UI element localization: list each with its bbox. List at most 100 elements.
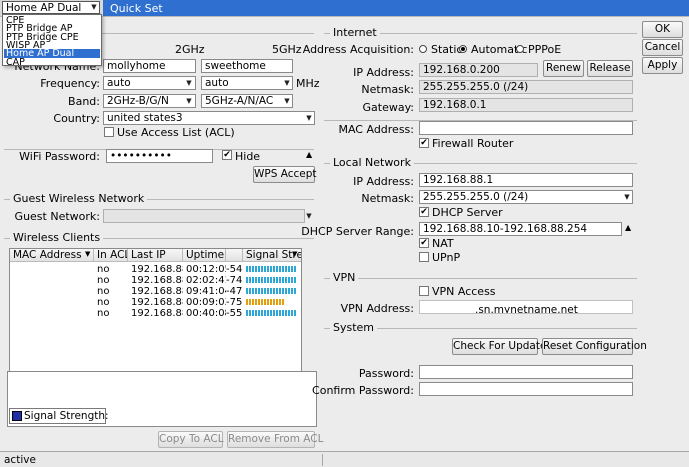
- client-cell-signal: -75: [226, 297, 243, 308]
- client-cell-uptime: 02:02:41: [186, 275, 226, 286]
- local-netmask-select[interactable]: 255.255.255.0 (/24): [419, 190, 633, 204]
- hide-password-checkbox[interactable]: ✔: [222, 150, 232, 160]
- mode-select-arrow-icon[interactable]: ▼: [89, 1, 99, 13]
- window-title: Quick Set: [110, 2, 163, 15]
- vpn-section: VPN: [324, 272, 637, 284]
- local-netmask-arrow-icon[interactable]: ▼: [622, 191, 632, 203]
- internet-section: Internet: [324, 27, 637, 39]
- nat-label: NAT: [432, 237, 454, 250]
- vpn-access-label: VPN Access: [432, 285, 496, 298]
- guest-network-arrow-icon[interactable]: ▼: [304, 210, 314, 222]
- collapse-up-icon[interactable]: ▲: [306, 150, 312, 159]
- country-arrow-icon[interactable]: ▼: [304, 112, 314, 124]
- password-input[interactable]: [419, 365, 633, 379]
- mac-address-input[interactable]: [419, 121, 633, 135]
- band-2ghz-arrow-icon[interactable]: ▼: [184, 95, 194, 107]
- local-network-section: Local Network: [324, 157, 637, 169]
- wps-accept-button[interactable]: WPS Accept: [253, 166, 317, 183]
- internet-ip-label: IP Address:: [353, 66, 414, 79]
- firewall-router-label: Firewall Router: [432, 137, 514, 150]
- guest-network-label: Guest Network:: [14, 210, 100, 223]
- vpn-address-prefix: [423, 301, 475, 313]
- col-sort-arrow-icon[interactable]: ▼: [85, 250, 90, 258]
- mode-menu-item[interactable]: CAP: [4, 57, 100, 67]
- reset-configuration-button[interactable]: Reset Configuration: [542, 338, 647, 355]
- client-cell-uptime: 00:12:05: [186, 264, 226, 275]
- wifi-password-input[interactable]: ••••••••••: [106, 149, 213, 163]
- static-radio[interactable]: [419, 45, 427, 53]
- band-5ghz-select[interactable]: 5GHz-A/N/AC: [201, 94, 293, 108]
- frequency-5ghz-arrow-icon[interactable]: ▼: [282, 77, 292, 89]
- release-button[interactable]: Release: [587, 60, 633, 77]
- dhcp-server-checkbox[interactable]: ✔: [419, 207, 429, 217]
- client-cell-acl: no: [97, 308, 110, 319]
- mode-select-value: Home AP Dual: [6, 2, 82, 14]
- local-ip-input[interactable]: 192.168.88.1: [419, 173, 633, 187]
- client-cell-ip: 192.168.88....: [131, 264, 183, 275]
- signal-legend-box: Signal Strength:: [9, 408, 109, 424]
- vpn-access-checkbox[interactable]: [419, 286, 429, 296]
- band-5ghz-arrow-icon[interactable]: ▼: [282, 95, 292, 107]
- client-cell-acl: no: [97, 286, 110, 297]
- pppoe-radio[interactable]: [516, 45, 524, 53]
- col-last-ip[interactable]: Last IP: [128, 249, 183, 262]
- address-acquisition-label: Address Acquisition:: [302, 43, 414, 56]
- upnp-label: UPnP: [432, 251, 461, 264]
- system-section: System: [324, 322, 637, 334]
- wireless-clients-table[interactable]: MAC Address ▼ In ACL Last IP Uptime Sign…: [9, 248, 302, 383]
- signal-strength-bar: [246, 299, 285, 305]
- renew-button[interactable]: Renew: [543, 60, 584, 77]
- mode-select[interactable]: Home AP Dual: [2, 1, 100, 14]
- apply-button[interactable]: Apply: [642, 57, 683, 74]
- guest-network-select[interactable]: [103, 209, 305, 223]
- vpn-address-suffix: .sn.mynetname.net: [475, 304, 578, 314]
- use-acl-checkbox[interactable]: [104, 127, 114, 137]
- dhcp-range-label: DHCP Server Range:: [301, 225, 414, 238]
- upnp-checkbox[interactable]: [419, 252, 429, 262]
- confirm-password-input[interactable]: [419, 382, 633, 396]
- col-uptime[interactable]: Uptime: [183, 249, 226, 262]
- automatic-radio[interactable]: [459, 45, 467, 53]
- client-cell-acl: no: [97, 264, 110, 275]
- client-cell-uptime: 00:40:08: [186, 308, 226, 319]
- mode-dropdown-menu: CPE PTP Bridge AP PTP Bridge CPE WISP AP Hom…: [2, 14, 102, 67]
- signal-strength-bar: [246, 266, 296, 272]
- guest-section-title: Guest Wireless Network: [10, 193, 148, 205]
- client-cell-uptime: 09:41:04: [186, 286, 226, 297]
- signal-strength-bar: [246, 288, 296, 294]
- internet-ip-value: 192.168.0.200: [419, 63, 538, 77]
- band-2ghz-select[interactable]: 2GHz-B/G/N: [103, 94, 196, 108]
- col-in-acl[interactable]: In ACL: [94, 249, 128, 262]
- dhcp-server-label: DHCP Server: [432, 206, 503, 219]
- col-menu-arrow-icon[interactable]: ▼: [292, 250, 297, 258]
- frequency-5ghz-select[interactable]: auto: [201, 76, 293, 90]
- network-name-5ghz-input[interactable]: sweethome: [201, 59, 293, 73]
- network-name-2ghz-input[interactable]: mollyhome: [103, 59, 196, 73]
- internet-section-title: Internet: [330, 27, 380, 39]
- dhcp-range-collapse-icon[interactable]: ▲: [625, 223, 631, 232]
- frequency-2ghz-arrow-icon[interactable]: ▼: [184, 77, 194, 89]
- mac-address-label: MAC Address:: [338, 123, 414, 136]
- nat-checkbox[interactable]: ✔: [419, 238, 429, 248]
- dhcp-range-input[interactable]: 192.168.88.10-192.168.88.254: [419, 222, 622, 236]
- remove-from-acl-button[interactable]: Remove From ACL: [227, 431, 323, 448]
- status-text: active: [4, 454, 36, 466]
- ok-button[interactable]: OK: [642, 21, 683, 38]
- mhz-unit-label: MHz: [296, 77, 320, 90]
- country-select[interactable]: united states3: [103, 111, 315, 125]
- client-cell-ip: 192.168.88....: [131, 308, 183, 319]
- client-cell-ip: 192.168.88....: [131, 286, 183, 297]
- check-for-updates-button[interactable]: Check For Updates: [452, 338, 552, 355]
- firewall-router-checkbox[interactable]: ✔: [419, 138, 429, 148]
- col-extra[interactable]: [226, 249, 243, 262]
- status-divider: [322, 454, 323, 466]
- column-2ghz-label: 2GHz: [175, 43, 205, 56]
- signal-legend-label: Signal Strength:: [24, 410, 109, 422]
- frequency-2ghz-select[interactable]: auto: [103, 76, 196, 90]
- confirm-password-label: Confirm Password:: [312, 384, 414, 397]
- band-label: Band:: [68, 95, 100, 108]
- cancel-button[interactable]: Cancel: [642, 39, 683, 56]
- copy-to-acl-button[interactable]: Copy To ACL: [158, 431, 224, 448]
- col-mac-address[interactable]: MAC Address: [10, 249, 94, 262]
- client-cell-signal: -47: [226, 286, 243, 297]
